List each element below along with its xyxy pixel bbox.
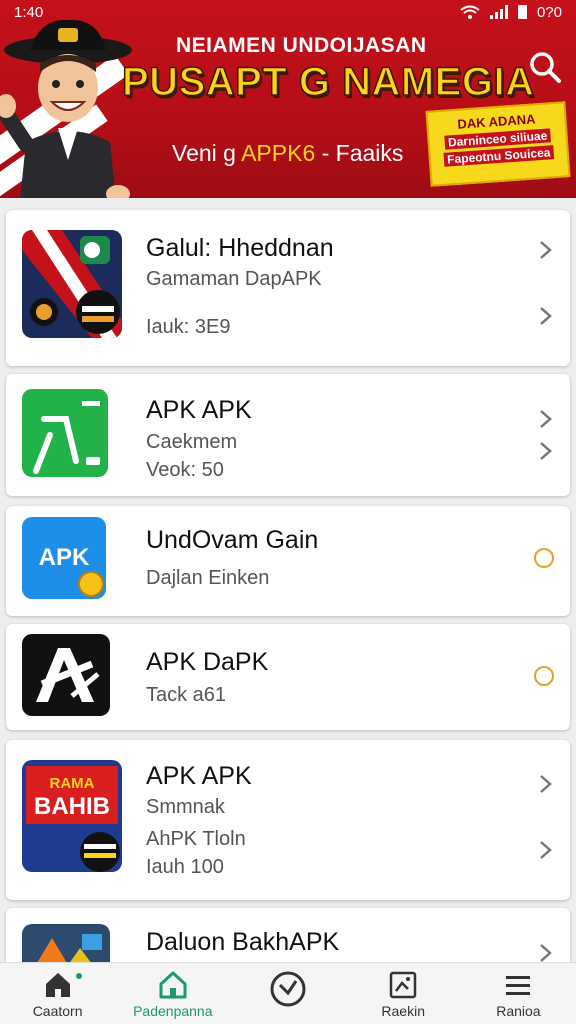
app-icon [22, 230, 122, 338]
tagline-part-a: Veni g [172, 140, 242, 166]
status-battery-text: 0?0 [536, 3, 562, 21]
status-icons: 0?0 [460, 4, 562, 21]
app-icon [22, 389, 108, 477]
app-subtitle: Gamaman DapAPK [146, 268, 322, 290]
status-ring-icon [534, 666, 554, 686]
app-meta: Veok: 50 [146, 459, 224, 481]
app-title: APK APK [146, 762, 252, 790]
app-title: UndOvam Gain [146, 526, 319, 554]
header-subtitle: NEIAMEN UNDOIJASAN [176, 34, 427, 57]
nav-label: Ranioa [496, 1003, 541, 1019]
bottom-nav: Caatorn Padenpanna Raekin Ranioa [0, 962, 576, 1024]
chevron-right-icon [540, 775, 552, 793]
app-icon: APK [22, 517, 106, 599]
app-subtitle: Dajlan Einken [146, 567, 270, 589]
signal-icon [489, 5, 508, 19]
app-card[interactable]: APK DaPK Tack a61 [6, 624, 570, 730]
app-title: Daluon BakhAPK [146, 928, 340, 956]
home-outline-icon [159, 971, 187, 999]
nav-item-history[interactable] [230, 963, 345, 1024]
nav-label: Padenpanna [133, 1003, 213, 1019]
app-icon [22, 634, 110, 716]
clock-icon [270, 971, 306, 1007]
chevron-right-icon [540, 241, 552, 259]
nav-label: Raekin [381, 1003, 425, 1019]
app-card[interactable]: APK APK Caekmem Veok: 50 [6, 374, 570, 496]
image-icon [389, 971, 417, 999]
app-title: APK DaPK [146, 648, 269, 676]
home-icon [45, 973, 70, 997]
app-meta: Iauk: 3E9 [146, 316, 231, 338]
app-title: Galul: Hheddnan [146, 234, 334, 262]
app-card[interactable]: RAMA BAHIB APK APK Smmnak AhPK Tloln Iau… [6, 740, 570, 900]
nav-label: Caatorn [32, 1003, 83, 1019]
battery-icon [517, 5, 527, 19]
app-subtitle: Smmnak [146, 796, 225, 818]
icon-text-top: RAMA [50, 775, 95, 792]
badge-icon [78, 571, 104, 597]
nav-item-menu[interactable]: Ranioa [461, 963, 576, 1024]
chevron-right-icon [540, 410, 552, 428]
chevron-right-icon [540, 841, 552, 859]
app-subtitle: Tack a61 [146, 684, 227, 706]
header-title: PUSAPT G NAMEGIA [121, 59, 535, 105]
app-icon-label: APK [38, 544, 90, 571]
app-card[interactable]: Galul: Hheddnan Gamaman DapAPK Iauk: 3E9 [6, 210, 570, 366]
wifi-icon [460, 5, 480, 19]
status-bar: 1:40 0?0 [0, 0, 576, 24]
app-icon: RAMA BAHIB [22, 760, 122, 872]
chevron-right-icon [540, 442, 552, 460]
promo-line-1: DAK ADANA [456, 111, 536, 132]
status-ring-icon [534, 548, 554, 568]
search-icon[interactable] [528, 50, 562, 84]
promo-badge[interactable]: DAK ADANA Darninceo siliuae Fapeotnu Sou… [425, 101, 571, 187]
app-subtitle: Caekmem [146, 431, 238, 453]
app-card[interactable]: APK UndOvam Gain Dajlan Einken [6, 506, 570, 616]
app-meta-2: Iauh 100 [146, 856, 224, 878]
app-title: APK APK [146, 396, 252, 424]
chevron-right-icon [540, 944, 552, 962]
nav-item-raekin[interactable]: Raekin [346, 963, 461, 1024]
icon-text-mid: BAHIB [34, 793, 110, 820]
header-tagline: Veni g APPK6 - Faaiks [172, 140, 403, 167]
header-banner: NEIAMEN UNDOIJASAN PUSAPT G NAMEGIA Veni… [0, 0, 576, 198]
nav-item-padenpanna[interactable]: Padenpanna [115, 963, 230, 1024]
mascot-illustration [0, 19, 132, 198]
menu-icon [506, 976, 531, 995]
tagline-part-c: - Faaiks [315, 140, 404, 166]
app-meta: AhPK Tloln [146, 828, 246, 850]
chevron-right-icon [540, 307, 552, 325]
tagline-part-b: APPK6 [241, 140, 316, 166]
nav-item-home[interactable]: Caatorn [0, 963, 115, 1024]
status-time: 1:40 [14, 3, 44, 21]
